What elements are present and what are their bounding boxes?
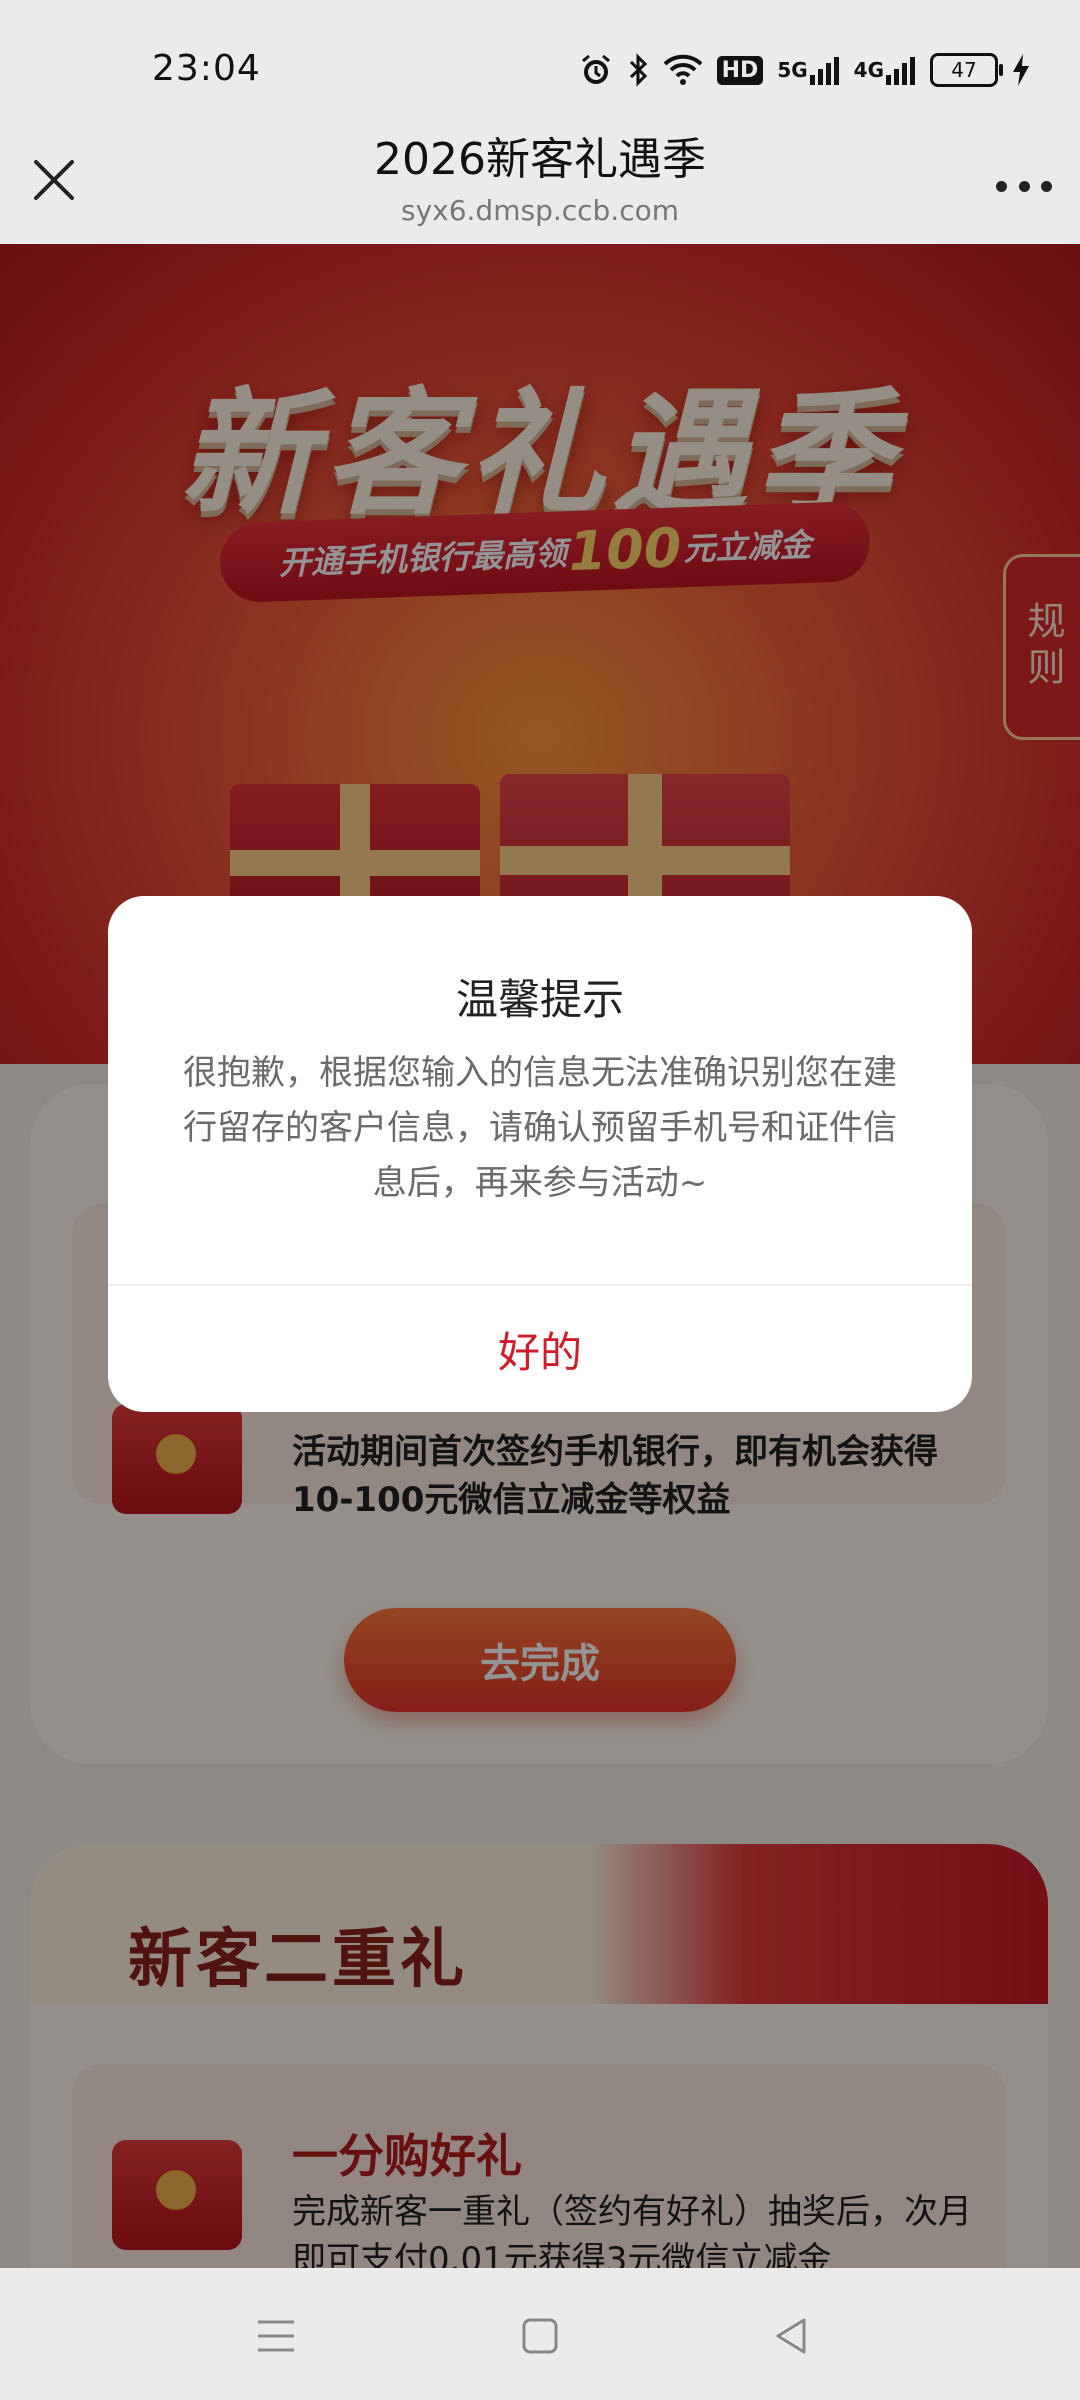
page-title: 2026新客礼遇季: [374, 134, 706, 185]
signal-4g-label: 4G: [853, 58, 884, 82]
system-navigation-bar: [0, 2268, 1080, 2400]
close-icon: [34, 160, 74, 200]
home-button[interactable]: [512, 2308, 568, 2364]
recent-apps-button[interactable]: [248, 2308, 304, 2364]
title-block: 2026新客礼遇季 syx6.dmsp.ccb.com: [200, 134, 880, 228]
status-icons: HD 5G 4G 47: [579, 48, 1030, 92]
square-icon: [522, 2318, 558, 2354]
more-dot-icon: [1041, 180, 1052, 192]
more-dot-icon: [996, 180, 1007, 192]
hd-icon: HD: [716, 55, 764, 85]
status-bar: 23:04 HD 5G 4G 47: [0, 0, 1080, 140]
browser-title-bar: 2026新客礼遇季 syx6.dmsp.ccb.com: [0, 134, 1080, 244]
more-dot-icon: [1018, 180, 1030, 192]
bluetooth-icon: [627, 53, 649, 87]
page-url: syx6.dmsp.ccb.com: [400, 194, 680, 227]
signal-4g-icon: 4G: [854, 55, 916, 85]
dialog-message: 很抱歉，根据您输入的信息无法准确识别您在建行留存的客户信息，请确认预留手机号和证…: [183, 1053, 897, 1203]
more-options-button[interactable]: [996, 166, 1052, 206]
alarm-icon: [579, 53, 613, 87]
menu-icon: [258, 2320, 294, 2352]
signal-5g-label: 5G: [777, 58, 808, 82]
alert-dialog: 温馨提示 很抱歉，根据您输入的信息无法准确识别您在建行留存的客户信息，请确认预留…: [108, 896, 972, 1412]
signal-5g-icon: 5G: [777, 55, 839, 85]
battery-icon: 47: [930, 53, 1003, 87]
back-button[interactable]: [764, 2308, 820, 2364]
close-button[interactable]: [28, 154, 80, 206]
status-time: 23:04: [152, 48, 261, 89]
ok-button[interactable]: 好的: [108, 1286, 972, 1412]
wifi-icon: [663, 54, 703, 86]
charging-icon: [1012, 54, 1030, 86]
back-triangle-icon: [776, 2318, 806, 2354]
dialog-title: 温馨提示: [455, 975, 624, 1024]
